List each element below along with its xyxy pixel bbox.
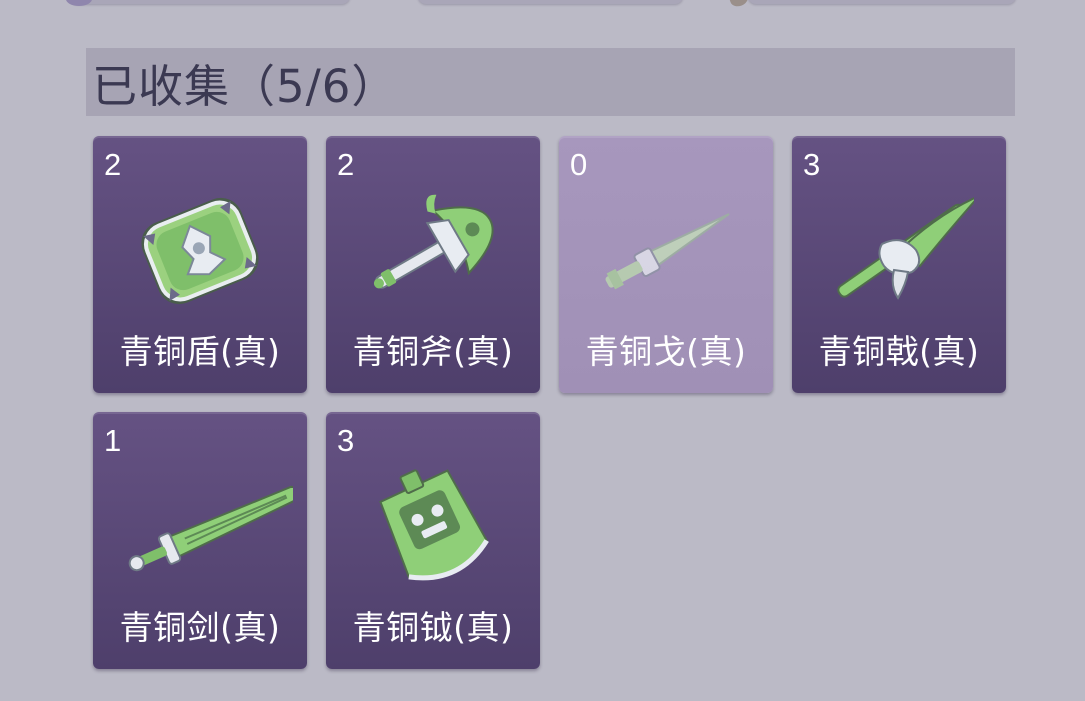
top-panel-icon	[728, 0, 750, 9]
item-count: 2	[337, 147, 355, 182]
item-card-bronze-halberd[interactable]: 3 青铜戟(真)	[792, 136, 1006, 393]
collected-section-title: 已收集（5/6）	[92, 59, 398, 113]
bronze-battle-axe-icon	[379, 469, 489, 581]
top-panel-icon	[66, 0, 92, 6]
bronze-halberd-icon	[837, 197, 974, 300]
top-panel-stub[interactable]	[748, 0, 1016, 4]
item-name: 青铜戟(真)	[818, 332, 980, 371]
item-count: 0	[570, 147, 588, 182]
item-name: 青铜戈(真)	[585, 332, 747, 371]
item-name: 青铜钺(真)	[352, 608, 514, 647]
item-card-bronze-axe[interactable]: 2 青铜斧(真)	[326, 136, 540, 393]
item-card-bronze-battle-axe[interactable]: 3 青铜钺(真)	[326, 412, 540, 669]
top-panel-stub[interactable]	[418, 0, 683, 4]
item-card-bronze-shield[interactable]: 2 青铜盾(真)	[93, 136, 307, 393]
bronze-sword-icon	[128, 485, 293, 572]
collected-section-header: 已收集（5/6）	[86, 48, 1015, 116]
item-count: 1	[104, 423, 122, 458]
bronze-shield-icon	[141, 197, 259, 305]
bronze-axe-icon	[373, 194, 494, 289]
item-name: 青铜斧(真)	[352, 332, 514, 371]
bronze-dagger-axe-icon	[605, 213, 730, 290]
item-card-bronze-dagger-axe[interactable]: 0 青铜戈(真)	[559, 136, 773, 393]
item-grid: 2 青铜盾(真) 2 青铜斧(真) 0 青铜戈(真) 3 青铜戟(真) 1 青铜…	[93, 136, 1013, 669]
item-card-bronze-sword[interactable]: 1 青铜剑(真)	[93, 412, 307, 669]
item-count: 2	[104, 147, 122, 182]
item-name: 青铜盾(真)	[119, 332, 281, 371]
item-count: 3	[803, 147, 821, 182]
item-name: 青铜剑(真)	[119, 608, 281, 647]
item-count: 3	[337, 423, 355, 458]
top-panel-stub[interactable]	[70, 0, 350, 4]
